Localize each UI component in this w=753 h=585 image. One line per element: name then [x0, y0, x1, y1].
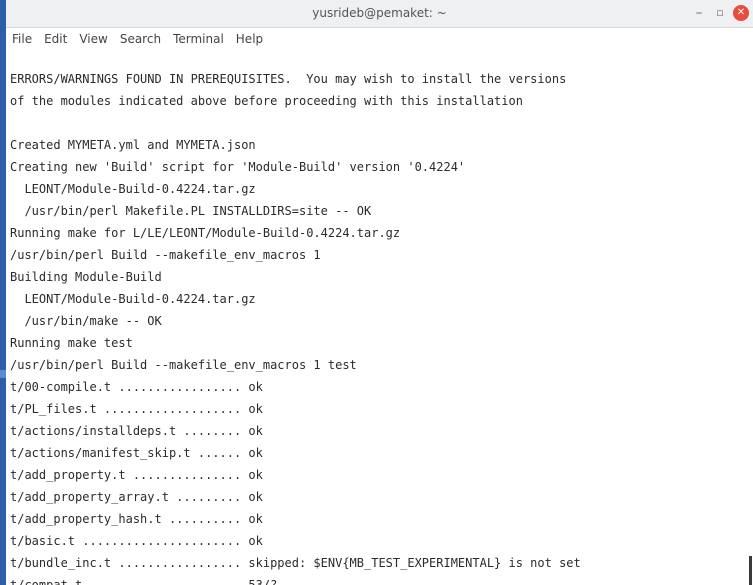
terminal-line: ERRORS/WARNINGS FOUND IN PREREQUISITES. … [10, 72, 567, 86]
terminal-line: /usr/bin/perl Build --makefile_env_macro… [10, 248, 321, 262]
terminal-line: t/00-compile.t ................. ok [10, 380, 263, 394]
window-title: yusrideb@pemaket: ~ [312, 6, 447, 20]
terminal-line: Creating new 'Build' script for 'Module-… [10, 160, 466, 174]
terminal-line: LEONT/Module-Build-0.4224.tar.gz [10, 182, 256, 196]
terminal-line: t/add_property.t ............... ok [10, 468, 263, 482]
terminal-line: /usr/bin/perl Makefile.PL INSTALLDIRS=si… [10, 204, 372, 218]
terminal-line: t/bundle_inc.t ................. skipped… [10, 556, 581, 570]
minimize-icon[interactable]: – [691, 5, 707, 21]
terminal-line: Running make for L/LE/LEONT/Module-Build… [10, 226, 401, 240]
terminal-line: t/basic.t ...................... ok [10, 534, 263, 548]
terminal-line: Running make test [10, 336, 133, 350]
terminal-line: of the modules indicated above before pr… [10, 94, 523, 108]
maximize-icon[interactable]: ▫ [712, 5, 728, 21]
terminal-window: yusrideb@pemaket: ~ – ▫ ✕ File Edit View… [6, 0, 753, 585]
terminal-line: /usr/bin/make -- OK [10, 314, 162, 328]
terminal-line: t/add_property_hash.t .......... ok [10, 512, 263, 526]
terminal-line: Building Module-Build [10, 270, 162, 284]
menu-edit[interactable]: Edit [44, 32, 67, 46]
terminal-line: t/actions/installdeps.t ........ ok [10, 424, 263, 438]
close-icon[interactable]: ✕ [733, 5, 749, 21]
menu-terminal[interactable]: Terminal [173, 32, 224, 46]
terminal-line: t/PL_files.t ................... ok [10, 402, 263, 416]
terminal-line: t/add_property_array.t ......... ok [10, 490, 263, 504]
text-cursor [749, 556, 752, 585]
menu-search[interactable]: Search [120, 32, 161, 46]
terminal-line: t/compat.t ..................... 53/? [10, 578, 278, 585]
menu-view[interactable]: View [79, 32, 107, 46]
title-bar[interactable]: yusrideb@pemaket: ~ – ▫ ✕ [6, 0, 753, 28]
terminal-line: t/actions/manifest_skip.t ...... ok [10, 446, 263, 460]
menu-help[interactable]: Help [236, 32, 263, 46]
menu-bar: File Edit View Search Terminal Help [6, 28, 753, 50]
terminal-line: Created MYMETA.yml and MYMETA.json [10, 138, 256, 152]
menu-file[interactable]: File [12, 32, 32, 46]
terminal-line: /usr/bin/perl Build --makefile_env_macro… [10, 358, 357, 372]
terminal-output[interactable]: ERRORS/WARNINGS FOUND IN PREREQUISITES. … [6, 68, 753, 585]
terminal-line: LEONT/Module-Build-0.4224.tar.gz [10, 292, 256, 306]
